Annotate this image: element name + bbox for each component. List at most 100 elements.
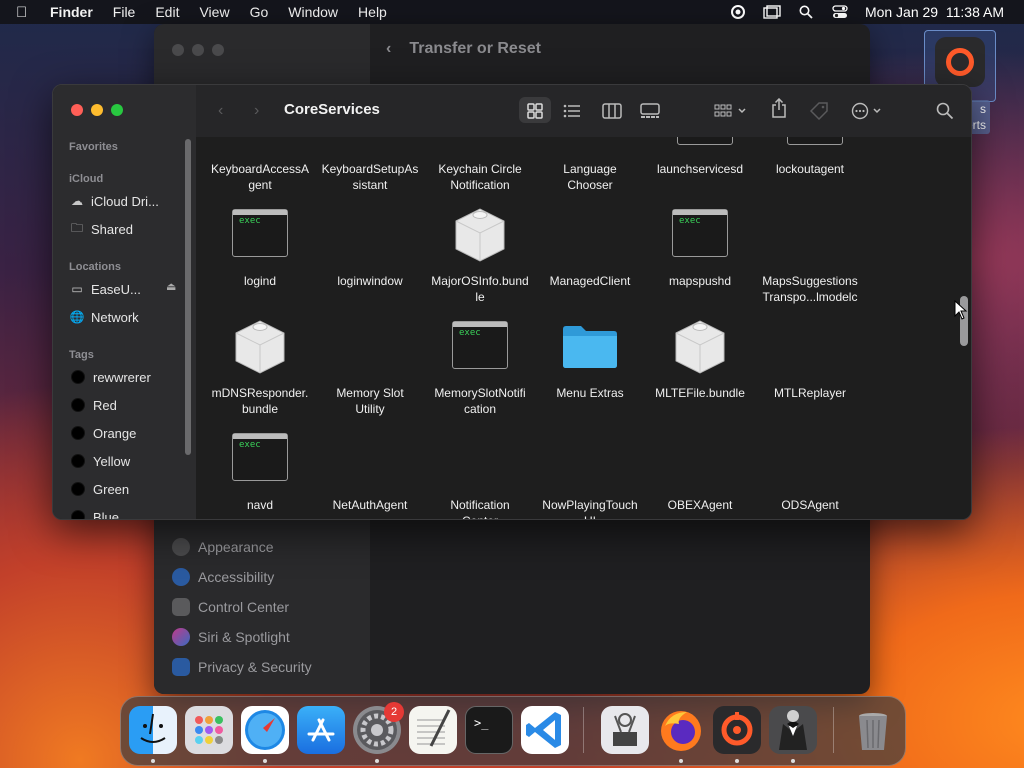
settings-header: ‹ Transfer or Reset <box>386 40 541 58</box>
dock-easeus-icon[interactable] <box>713 706 761 754</box>
file-item[interactable]: KeyboardAccessA gent <box>205 161 315 193</box>
settings-page-title: Transfer or Reset <box>409 40 541 57</box>
file-item[interactable]: mDNSResponder. bundle <box>205 385 315 417</box>
file-item[interactable]: MapsSuggestions Transpo...lmodelc <box>755 273 865 305</box>
menu-finder[interactable]: Finder <box>50 4 93 20</box>
minimize-button[interactable] <box>91 104 103 116</box>
file-item[interactable]: Language Chooser <box>535 161 645 193</box>
dock-safari-icon[interactable] <box>241 706 289 754</box>
file-item[interactable]: ManagedClient <box>535 273 645 289</box>
back-chevron-icon[interactable]: ‹ <box>386 40 391 58</box>
dock-firefox-icon[interactable] <box>657 706 705 754</box>
file-item[interactable]: launchservicesd <box>645 161 755 177</box>
menu-window[interactable]: Window <box>288 4 338 20</box>
dock-system-information-icon[interactable] <box>601 706 649 754</box>
window-switcher-icon[interactable] <box>763 4 781 20</box>
file-item[interactable]: logind <box>205 273 315 289</box>
tag-dot-icon <box>71 454 85 468</box>
file-item[interactable]: Memory Slot Utility <box>315 385 425 417</box>
file-item[interactable]: Menu Extras <box>535 385 645 401</box>
sidebar-section-tags: Tags <box>69 349 94 361</box>
more-actions-icon[interactable] <box>851 101 885 121</box>
dock-trash-icon[interactable] <box>849 706 897 754</box>
file-item[interactable]: OBEXAgent <box>645 497 755 513</box>
tag-icon[interactable] <box>809 101 829 121</box>
file-item[interactable]: MLTEFile.bundle <box>645 385 755 401</box>
file-item[interactable]: MajorOSInfo.bund le <box>425 273 535 305</box>
settings-item-privacy[interactable]: Privacy & Security <box>172 658 312 676</box>
bundle-lego-icon[interactable] <box>452 205 508 263</box>
dock-vscode-icon[interactable] <box>521 706 569 754</box>
settings-item-control-center[interactable]: Control Center <box>172 598 289 616</box>
menu-help[interactable]: Help <box>358 4 387 20</box>
menu-go[interactable]: Go <box>250 4 269 20</box>
dock-terminal-icon[interactable]: >_ <box>465 706 513 754</box>
file-item[interactable]: mapspushd <box>645 273 755 289</box>
bundle-lego-icon[interactable] <box>672 317 728 375</box>
menu-datetime[interactable]: Mon Jan 29 11:38 AM <box>865 4 1004 20</box>
sidebar-item-network[interactable]: 🌐 Network <box>69 307 139 327</box>
sidebar-item-icloud-drive[interactable]: ☁ iCloud Dri... <box>69 191 159 211</box>
spotlight-search-icon[interactable] <box>797 4 815 20</box>
gallery-view-icon[interactable] <box>640 101 660 121</box>
dock-app-store-icon[interactable] <box>297 706 345 754</box>
search-icon[interactable] <box>936 101 954 121</box>
shared-folder-icon: 🗀 <box>70 220 83 235</box>
file-item[interactable]: ODSAgent <box>755 497 865 513</box>
file-item[interactable]: MTLReplayer <box>755 385 865 401</box>
running-indicator <box>151 759 155 763</box>
file-item[interactable]: NowPlayingTouch UI <box>535 497 645 519</box>
folder-icon[interactable] <box>561 323 619 369</box>
zoom-button[interactable] <box>111 104 123 116</box>
sidebar-tag-red[interactable]: Red <box>69 395 117 415</box>
file-item[interactable]: Notification Center <box>425 497 535 519</box>
close-button[interactable] <box>71 104 83 116</box>
sidebar-item-shared[interactable]: 🗀 Shared <box>69 219 133 239</box>
file-item[interactable]: lockoutagent <box>755 161 865 177</box>
file-item[interactable]: NetAuthAgent <box>315 497 425 513</box>
file-item[interactable]: loginwindow <box>315 273 425 289</box>
icon-view-icon[interactable] <box>526 101 544 121</box>
exec-file-icon[interactable]: exec <box>232 209 288 257</box>
accessibility-icon <box>172 568 190 586</box>
sidebar-scrollbar[interactable] <box>185 139 191 455</box>
dock-textedit-icon[interactable] <box>409 706 457 754</box>
dock-launchpad-icon[interactable] <box>185 706 233 754</box>
file-item[interactable]: MemorySlotNotifi cation <box>425 385 535 417</box>
apple-menu-icon[interactable]:  <box>16 4 36 21</box>
bundle-lego-icon[interactable] <box>232 317 288 375</box>
exec-file-icon[interactable]: exec <box>452 321 508 369</box>
exec-file-icon[interactable]: exec <box>232 433 288 481</box>
share-icon[interactable] <box>771 98 787 118</box>
back-chevron-icon[interactable]: ‹ <box>218 101 223 121</box>
sidebar-tag-yellow[interactable]: Yellow <box>69 451 130 471</box>
eject-icon[interactable]: ⏏ <box>166 280 176 293</box>
sidebar-tag-rewwrerer[interactable]: rewwrerer <box>69 367 151 387</box>
window-title: CoreServices <box>284 101 380 118</box>
group-by-icon[interactable] <box>714 101 748 121</box>
forward-chevron-icon[interactable]: › <box>254 101 259 121</box>
file-item[interactable]: KeyboardSetupAs sistant <box>315 161 425 193</box>
running-indicator <box>679 759 683 763</box>
tag-dot-icon <box>71 398 85 412</box>
exec-file-icon[interactable]: exec <box>672 209 728 257</box>
sidebar-tag-blue[interactable]: Blue <box>69 507 119 519</box>
dock-bartender-icon[interactable] <box>769 706 817 754</box>
file-item[interactable]: navd <box>205 497 315 513</box>
column-view-icon[interactable] <box>602 101 622 121</box>
settings-item-accessibility[interactable]: Accessibility <box>172 568 274 586</box>
easeus-status-icon[interactable] <box>729 4 747 20</box>
menu-view[interactable]: View <box>199 4 229 20</box>
sidebar-tag-green[interactable]: Green <box>69 479 129 499</box>
settings-item-siri[interactable]: Siri & Spotlight <box>172 628 290 646</box>
menu-edit[interactable]: Edit <box>155 4 179 20</box>
control-center-icon[interactable] <box>831 4 849 20</box>
file-item[interactable]: Keychain Circle Notification <box>425 161 535 193</box>
settings-item-appearance[interactable]: Appearance <box>172 538 274 556</box>
sidebar-tag-orange[interactable]: Orange <box>69 423 136 443</box>
dock-finder-icon[interactable] <box>129 706 177 754</box>
list-view-icon[interactable] <box>563 101 581 121</box>
sidebar-item-easeus-drive[interactable]: ▭ EaseU... ⏏ <box>69 279 181 299</box>
sidebar-section-locations: Locations <box>69 261 121 273</box>
menu-file[interactable]: File <box>113 4 136 20</box>
